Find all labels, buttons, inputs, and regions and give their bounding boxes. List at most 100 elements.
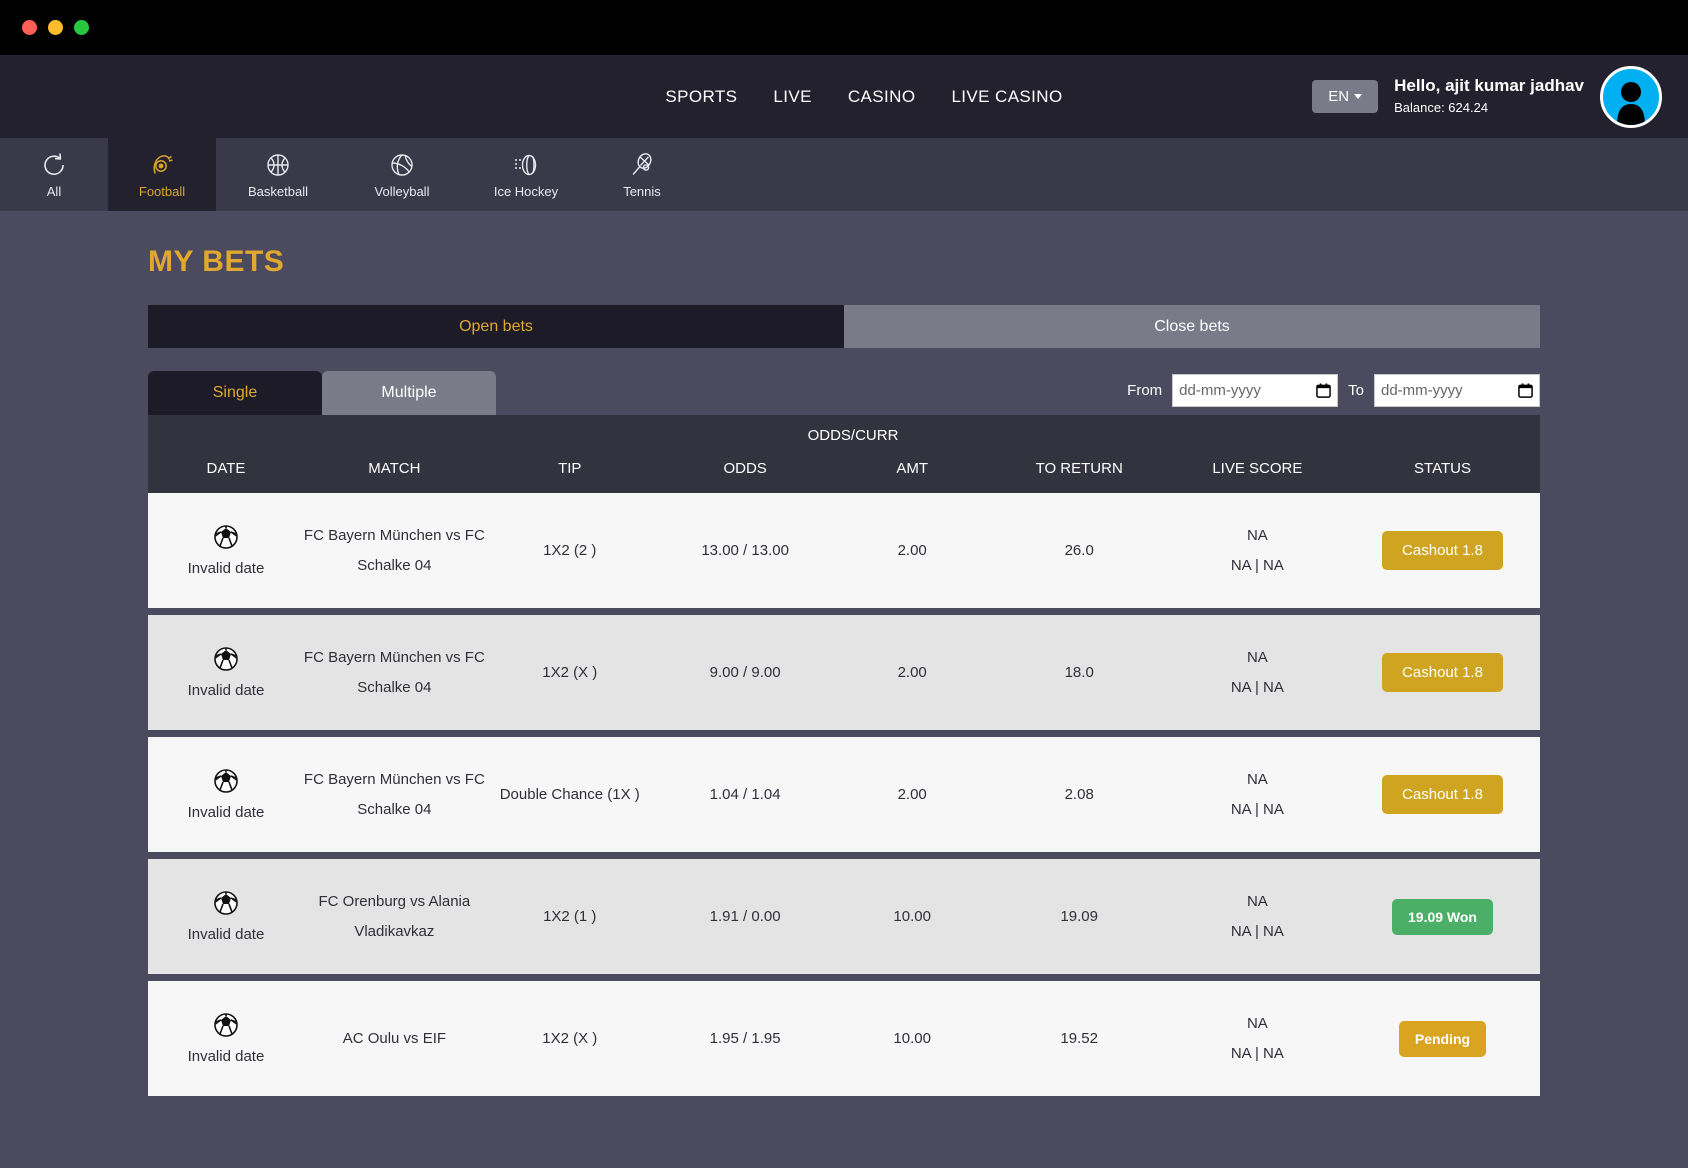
cell-match: FC Bayern München vs FC Schalke 04 <box>303 771 485 818</box>
table-row[interactable]: Invalid date AC Oulu vs EIF 1X2 (X ) 1.9… <box>148 981 1540 1096</box>
tab-multiple[interactable]: Multiple <box>322 371 496 415</box>
to-date-placeholder: dd-mm-yyyy <box>1381 382 1463 399</box>
cashout-button[interactable]: Cashout 1.8 <box>1382 653 1503 692</box>
date-range-filter: From dd-mm-yyyy To dd-mm-yyyy <box>1127 374 1540 415</box>
sport-tab-basketball[interactable]: Basketball <box>216 138 340 211</box>
odds-curr-group-label: ODDS/CURR <box>807 427 899 444</box>
table-header: ODDS/CURR DATE MATCH TIP ODDS AMT TO RET… <box>148 415 1540 493</box>
sport-tab-basketball-label: Basketball <box>248 183 308 199</box>
status-badge: 19.09 Won <box>1392 898 1493 935</box>
table-row[interactable]: Invalid date FC Orenburg vs Alania Vladi… <box>148 859 1540 974</box>
row-separator <box>148 608 1540 615</box>
cell-to-return: 19.52 <box>1060 1030 1098 1047</box>
filters-row: Single Multiple From dd-mm-yyyy To dd-mm… <box>148 371 1540 415</box>
maximize-window-button[interactable] <box>74 20 89 35</box>
ice-hockey-icon <box>513 151 539 179</box>
cell-tip: 1X2 (1 ) <box>543 908 597 925</box>
from-date-input[interactable]: dd-mm-yyyy <box>1172 374 1339 407</box>
bets-table: ODDS/CURR DATE MATCH TIP ODDS AMT TO RET… <box>148 415 1540 1096</box>
to-date-input[interactable]: dd-mm-yyyy <box>1374 374 1540 407</box>
volleyball-icon <box>389 151 415 179</box>
bet-date-text: Invalid date <box>187 804 265 821</box>
bet-date-text: Invalid date <box>187 1048 265 1065</box>
user-info: Hello, ajit kumar jadhav Balance: 624.24 <box>1394 74 1584 119</box>
football-ball-icon <box>213 524 239 550</box>
table-row[interactable]: Invalid date FC Bayern München vs FC Sch… <box>148 737 1540 852</box>
football-ball-icon <box>214 891 238 915</box>
header-right-cluster: EN Hello, ajit kumar jadhav Balance: 624… <box>1312 55 1662 138</box>
table-body: Invalid date FC Bayern München vs FC Sch… <box>148 493 1540 1096</box>
football-ball-icon <box>213 768 239 794</box>
table-row[interactable]: Invalid date FC Bayern München vs FC Sch… <box>148 493 1540 608</box>
to-date-label: To <box>1348 382 1364 399</box>
nav-sports[interactable]: SPORTS <box>665 87 737 107</box>
cashout-button[interactable]: Cashout 1.8 <box>1382 775 1503 814</box>
cell-to-return: 18.0 <box>1064 664 1094 681</box>
live-score-secondary: NA | NA <box>1230 800 1284 818</box>
cell-odds: 1.91 / 0.00 <box>709 908 781 925</box>
live-score-primary: NA <box>1246 649 1268 667</box>
cell-tip: 1X2 (2 ) <box>543 542 597 559</box>
cell-match: FC Bayern München vs FC Schalke 04 <box>303 527 485 574</box>
minimize-window-button[interactable] <box>48 20 63 35</box>
nav-casino[interactable]: CASINO <box>848 87 916 107</box>
column-header-to-return: TO RETURN <box>1035 460 1123 477</box>
main-content: MY BETS Open bets Close bets Single Mult… <box>0 211 1688 1096</box>
cell-status: Cashout 1.8 <box>1345 775 1540 814</box>
close-bets-tab[interactable]: Close bets <box>844 305 1540 348</box>
open-bets-tab[interactable]: Open bets <box>148 305 844 348</box>
cell-date: Invalid date <box>148 646 304 699</box>
bet-date-text: Invalid date <box>187 560 265 577</box>
cell-status: Pending <box>1345 1020 1540 1057</box>
sport-tab-volleyball[interactable]: Volleyball <box>340 138 464 211</box>
bets-toggle-group: Open bets Close bets <box>148 305 1540 348</box>
column-header-live-score: LIVE SCORE <box>1212 460 1303 477</box>
column-header-match: MATCH <box>368 460 421 477</box>
column-header-status: STATUS <box>1414 460 1471 477</box>
nav-live-casino[interactable]: LIVE CASINO <box>951 87 1062 107</box>
football-ball-icon <box>214 525 238 549</box>
cell-odds: 1.95 / 1.95 <box>709 1030 781 1047</box>
calendar-icon[interactable] <box>1518 383 1533 398</box>
cashout-button[interactable]: Cashout 1.8 <box>1382 531 1503 570</box>
sport-tab-all[interactable]: All <box>0 138 108 211</box>
cell-status: 19.09 Won <box>1345 898 1540 935</box>
live-score-secondary: NA | NA <box>1230 922 1284 940</box>
sport-tab-football[interactable]: Football <box>108 138 216 211</box>
cell-tip: 1X2 (X ) <box>542 664 598 681</box>
from-date-placeholder: dd-mm-yyyy <box>1179 382 1261 399</box>
sport-tab-tennis[interactable]: Tennis <box>588 138 696 211</box>
page-title: MY BETS <box>148 245 285 278</box>
nav-live[interactable]: LIVE <box>773 87 811 107</box>
status-badge: Pending <box>1398 1020 1487 1057</box>
sport-tab-tennis-label: Tennis <box>623 183 661 199</box>
cell-amount: 10.00 <box>893 908 931 925</box>
tab-single[interactable]: Single <box>148 371 322 415</box>
column-header-date: DATE <box>206 460 246 477</box>
cell-odds: 13.00 / 13.00 <box>701 542 789 559</box>
cell-odds: 1.04 / 1.04 <box>709 786 781 803</box>
language-selector[interactable]: EN <box>1312 80 1379 113</box>
football-ball-icon <box>214 647 238 671</box>
sport-tab-volleyball-label: Volleyball <box>374 183 430 199</box>
live-score-secondary: NA | NA <box>1230 556 1284 574</box>
cell-live-score: NA NA | NA <box>1170 765 1345 824</box>
cell-to-return: 2.08 <box>1064 786 1094 803</box>
football-ball-icon <box>214 769 238 793</box>
basketball-icon <box>265 151 291 179</box>
calendar-icon[interactable] <box>1316 383 1331 398</box>
bet-type-tabs: Single Multiple <box>148 371 496 415</box>
sports-navigation: All Football Basketball Volleyball Ice H… <box>0 138 1688 211</box>
cell-match: FC Bayern München vs FC Schalke 04 <box>303 649 485 696</box>
avatar[interactable] <box>1600 65 1662 128</box>
user-silhouette-icon <box>1617 81 1645 125</box>
refresh-icon <box>41 151 67 179</box>
table-header-row: DATE MATCH TIP ODDS AMT TO RETURN LIVE S… <box>148 460 1540 477</box>
sport-tab-ice-hockey[interactable]: Ice Hockey <box>464 138 588 211</box>
table-row[interactable]: Invalid date FC Bayern München vs FC Sch… <box>148 615 1540 730</box>
close-window-button[interactable] <box>22 20 37 35</box>
live-score-primary: NA <box>1246 527 1268 545</box>
from-date-label: From <box>1127 382 1163 399</box>
tennis-icon <box>629 151 655 179</box>
cell-to-return: 19.09 <box>1060 908 1098 925</box>
